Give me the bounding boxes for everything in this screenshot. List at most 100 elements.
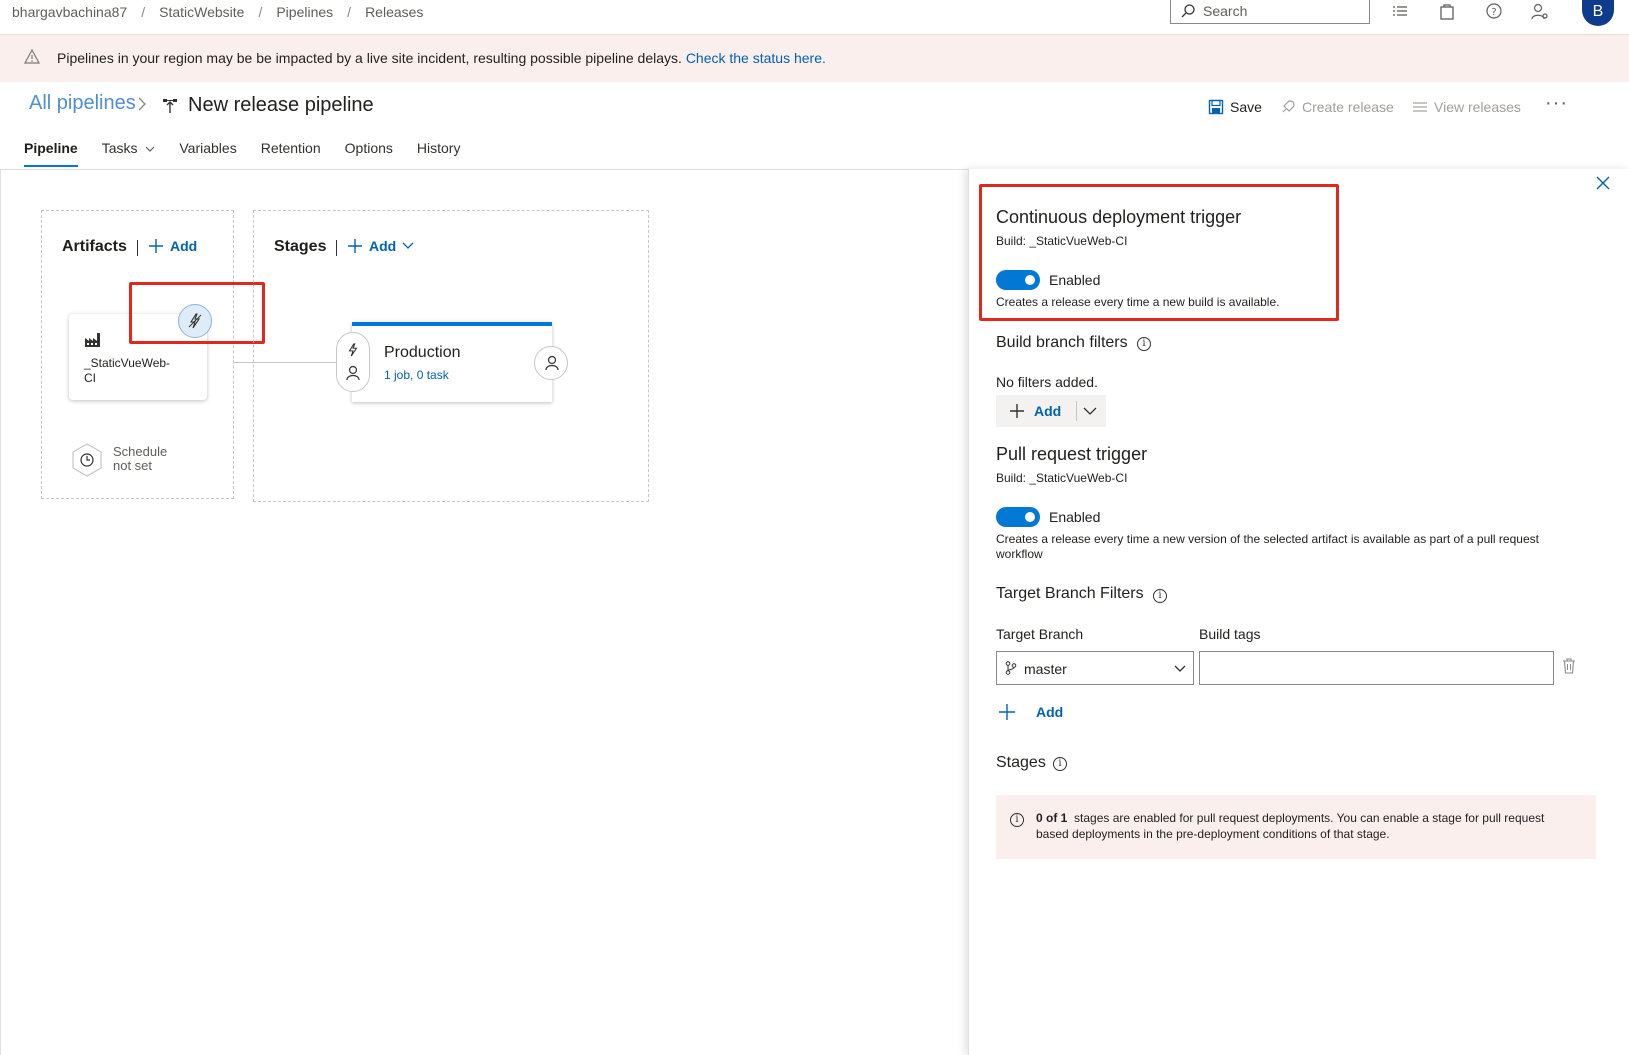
- target-branch-label: Target Branch: [996, 626, 1084, 642]
- view-releases-label: View releases: [1434, 99, 1521, 115]
- stages-notice-line-1: 0 of 1 stages are enabled for pull reque…: [1036, 810, 1576, 826]
- add-stage-label: Add: [369, 238, 397, 254]
- stages-count: 0 of 1: [1036, 811, 1068, 825]
- target-branch-value: master: [1024, 661, 1067, 677]
- stage-card-production[interactable]: Production 1 job, 0 task: [352, 322, 552, 402]
- search-input[interactable]: Search: [1170, 0, 1370, 24]
- chevron-down-icon: [145, 146, 155, 152]
- cd-trigger-toggle[interactable]: [996, 270, 1040, 290]
- add-artifact-button[interactable]: Add: [148, 238, 197, 254]
- breadcrumb-org[interactable]: bhargavbachina87: [12, 4, 127, 20]
- artifacts-title: Artifacts: [62, 238, 127, 255]
- pr-trigger-description-line-2: workflow: [996, 547, 1043, 561]
- pr-trigger-description: Creates a release every time a new versi…: [996, 532, 1596, 562]
- more-actions-icon[interactable]: ···: [1545, 92, 1568, 115]
- build-branch-filters-title: Build branch filters: [996, 334, 1128, 351]
- release-pipeline-icon: [163, 99, 177, 113]
- help-icon[interactable]: ?: [1484, 2, 1504, 22]
- stages-title: Stages: [274, 238, 327, 255]
- breadcrumb-releases[interactable]: Releases: [365, 4, 423, 20]
- info-icon[interactable]: i: [1137, 337, 1151, 351]
- all-pipelines-link[interactable]: All pipelines: [29, 92, 136, 115]
- plus-icon: [999, 704, 1015, 720]
- breadcrumb-separator: /: [141, 4, 146, 20]
- build-tags-input[interactable]: [1199, 651, 1554, 685]
- close-icon[interactable]: [1596, 176, 1610, 190]
- plus-icon: [348, 239, 362, 253]
- breadcrumb-separator: /: [258, 4, 263, 20]
- info-icon[interactable]: i: [1153, 589, 1167, 603]
- tab-retention[interactable]: Retention: [261, 140, 321, 165]
- schedule-line-1: Schedule: [113, 444, 168, 459]
- cd-trigger-build: Build: _StaticVueWeb-CI: [996, 234, 1128, 248]
- tab-divider: [0, 169, 968, 170]
- pr-trigger-description-line-1: Creates a release every time a new versi…: [996, 532, 1539, 546]
- info-icon: i: [1010, 813, 1024, 827]
- target-branch-filters-title: Target Branch Filters: [996, 585, 1144, 602]
- tab-options[interactable]: Options: [345, 140, 393, 165]
- cd-trigger-enabled-label: Enabled: [1049, 272, 1101, 288]
- chevron-down-icon[interactable]: [1083, 406, 1097, 416]
- stages-notice-text-1: stages are enabled for pull request depl…: [1074, 811, 1545, 825]
- cd-trigger-title: Continuous deployment trigger: [996, 207, 1242, 227]
- search-placeholder: Search: [1203, 3, 1248, 19]
- cd-trigger-description: Creates a release every time a new build…: [996, 295, 1280, 309]
- user-settings-icon[interactable]: [1530, 2, 1550, 22]
- banner-status-link[interactable]: Check the status here.: [686, 50, 826, 66]
- delete-trash-icon[interactable]: [1562, 658, 1576, 674]
- build-factory-icon: [85, 333, 100, 347]
- tab-pipeline[interactable]: Pipeline: [24, 140, 78, 167]
- schedule-line-2: not set: [113, 458, 153, 473]
- post-deployment-conditions-button[interactable]: [534, 346, 568, 380]
- section-divider: [336, 240, 337, 256]
- tab-history[interactable]: History: [417, 140, 461, 165]
- tab-variables[interactable]: Variables: [179, 140, 236, 165]
- canvas-edge: [0, 169, 1, 1055]
- page-title: New release pipeline: [188, 94, 374, 116]
- add-target-branch-label: Add: [1036, 704, 1064, 720]
- save-label: Save: [1230, 99, 1262, 115]
- info-icon[interactable]: i: [1053, 757, 1067, 771]
- plus-icon: [149, 239, 163, 253]
- pre-deployment-conditions-button[interactable]: [336, 332, 370, 392]
- pr-trigger-title: Pull request trigger: [996, 444, 1148, 464]
- artifact-name-line-2: CI: [84, 371, 96, 385]
- incident-banner: Pipelines in your region may be be impac…: [0, 34, 1629, 82]
- lightning-bolt-icon: [348, 343, 358, 357]
- shopping-bag-icon[interactable]: [1437, 2, 1457, 22]
- chevron-right-icon: [138, 97, 146, 111]
- pr-trigger-enabled-label: Enabled: [1049, 509, 1101, 525]
- rocket-icon: [1282, 100, 1295, 113]
- create-release-label: Create release: [1302, 99, 1394, 115]
- list-settings-icon[interactable]: [1390, 2, 1410, 22]
- target-branch-dropdown[interactable]: master: [996, 651, 1194, 685]
- schedule-icon[interactable]: [70, 442, 104, 478]
- breadcrumb-separator: /: [347, 4, 352, 20]
- list-icon: [1413, 102, 1427, 112]
- create-release-button[interactable]: Create release: [1280, 99, 1394, 115]
- breadcrumb-pipelines[interactable]: Pipelines: [276, 4, 333, 20]
- search-icon: [1181, 4, 1195, 18]
- chevron-down-icon: [402, 242, 414, 249]
- view-releases-button[interactable]: View releases: [1412, 99, 1521, 115]
- highlight-box-trigger: [129, 282, 265, 344]
- stage-jobs-link[interactable]: 1 job, 0 task: [384, 368, 449, 382]
- avatar[interactable]: B: [1582, 0, 1614, 26]
- approver-person-icon: [346, 365, 360, 381]
- add-branch-filter-label: Add: [1034, 403, 1062, 419]
- tab-tasks[interactable]: Tasks: [102, 140, 156, 165]
- top-bar: bhargavbachina87 / StaticWebsite / Pipel…: [0, 0, 1629, 34]
- add-target-branch-button[interactable]: Add: [998, 703, 1063, 721]
- add-stage-button[interactable]: Add: [347, 238, 414, 254]
- save-button[interactable]: Save: [1208, 99, 1262, 115]
- chevron-down-icon: [1174, 665, 1186, 672]
- breadcrumb: bhargavbachina87 / StaticWebsite / Pipel…: [12, 4, 423, 20]
- pr-trigger-toggle[interactable]: [996, 507, 1040, 527]
- breadcrumb-project[interactable]: StaticWebsite: [159, 4, 244, 20]
- stages-section-title: Stages: [996, 754, 1046, 771]
- pr-trigger-build: Build: _StaticVueWeb-CI: [996, 471, 1128, 485]
- artifact-name-line-1: _StaticVueWeb-: [84, 356, 171, 370]
- branch-icon: [1005, 661, 1017, 675]
- schedule-status: Schedule not set: [113, 445, 167, 473]
- add-branch-filter-button[interactable]: Add: [996, 395, 1106, 427]
